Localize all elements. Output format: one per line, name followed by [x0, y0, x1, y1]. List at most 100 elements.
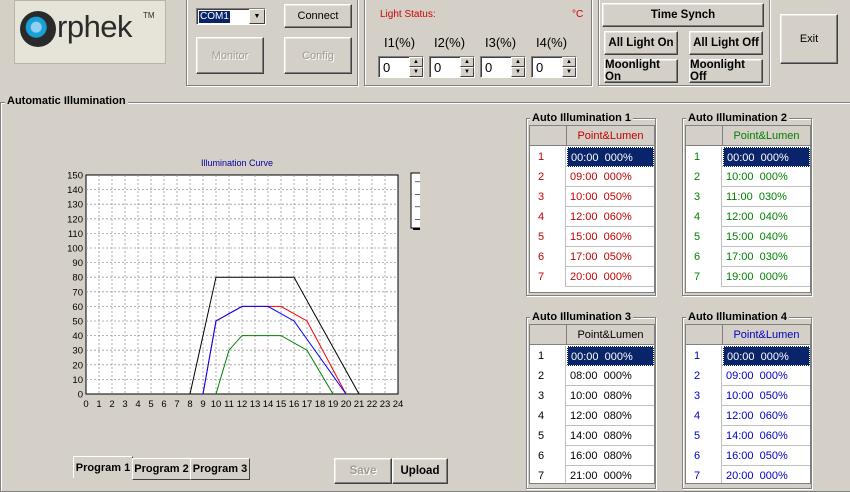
all-light-on-button[interactable]: All Light On: [604, 31, 678, 55]
point-lumen-cell[interactable]: 16:00 080%: [567, 446, 654, 466]
row-index: 3: [686, 187, 722, 207]
table-row[interactable]: 2 10:00 000%: [686, 167, 810, 187]
point-lumen-table[interactable]: Point&Lumen 1 00:00 000% 2 09:00 000% 3 10:…: [685, 324, 811, 484]
y-tick-label: 110: [68, 229, 83, 240]
point-lumen-table[interactable]: Point&Lumen 1 00:00 000% 2 08:00 000% 3 10:…: [529, 324, 655, 484]
tab-program-3[interactable]: Program 3: [190, 458, 250, 480]
point-lumen-table[interactable]: Point&Lumen 1 00:00 000% 2 10:00 000% 3 11:…: [685, 125, 811, 293]
table-row[interactable]: 1 00:00 000%: [686, 346, 810, 366]
spin-up-icon[interactable]: ▲: [409, 57, 423, 67]
point-lumen-cell[interactable]: 08:00 000%: [567, 366, 654, 386]
point-lumen-cell[interactable]: 12:00 080%: [567, 406, 654, 426]
table-row[interactable]: 4 12:00 080%: [530, 406, 654, 426]
point-lumen-cell[interactable]: 19:00 000%: [723, 267, 810, 287]
table-row[interactable]: 2 09:00 000%: [686, 366, 810, 386]
point-lumen-cell[interactable]: 09:00 000%: [567, 167, 654, 187]
point-lumen-table[interactable]: Point&Lumen 1 00:00 000% 2 09:00 000% 3 10:…: [529, 125, 655, 293]
point-lumen-cell[interactable]: 14:00 060%: [723, 426, 810, 446]
point-lumen-cell[interactable]: 00:00 000%: [723, 147, 810, 167]
point-lumen-cell[interactable]: 10:00 050%: [723, 386, 810, 406]
point-lumen-cell[interactable]: 10:00 080%: [567, 386, 654, 406]
y-tick-label: 90: [72, 258, 83, 269]
table-row[interactable]: 1 00:00 000%: [530, 147, 654, 167]
table-row[interactable]: 4 12:00 040%: [686, 207, 810, 227]
spin-down-icon[interactable]: ▼: [511, 67, 525, 77]
time-synch-button[interactable]: Time Synch: [602, 3, 764, 27]
point-lumen-cell[interactable]: 12:00 060%: [723, 406, 810, 426]
point-lumen-cell[interactable]: 15:00 040%: [723, 227, 810, 247]
legend-entry: – Illumin 4: [415, 214, 420, 225]
table-row[interactable]: 4 12:00 060%: [686, 406, 810, 426]
i2-spinner[interactable]: 0 ▲ ▼: [429, 56, 475, 78]
table-row[interactable]: 7 20:00 000%: [686, 466, 810, 483]
table-header: Point&Lumen: [686, 126, 810, 146]
all-light-off-button[interactable]: All Light Off: [689, 31, 763, 55]
table-row[interactable]: 7 20:00 000%: [530, 267, 654, 287]
point-lumen-cell[interactable]: 10:00 050%: [567, 187, 654, 207]
table-row[interactable]: 1 00:00 000%: [530, 346, 654, 366]
table-row[interactable]: 3 11:00 030%: [686, 187, 810, 207]
point-lumen-cell[interactable]: 20:00 000%: [567, 267, 654, 287]
point-lumen-cell[interactable]: 16:00 050%: [723, 446, 810, 466]
y-tick-label: 0: [78, 390, 83, 401]
row-index: 4: [686, 406, 722, 426]
point-lumen-cell[interactable]: 20:00 000%: [723, 466, 810, 483]
table-row[interactable]: 5 15:00 040%: [686, 227, 810, 247]
point-lumen-cell[interactable]: 10:00 000%: [723, 167, 810, 187]
point-lumen-cell[interactable]: 00:00 000%: [723, 346, 810, 366]
config-button[interactable]: Config: [284, 37, 352, 74]
i4-spinner[interactable]: 0 ▲ ▼: [531, 56, 577, 78]
table-row[interactable]: 2 09:00 000%: [530, 167, 654, 187]
spin-up-icon[interactable]: ▲: [511, 57, 525, 67]
table-row[interactable]: 6 17:00 030%: [686, 247, 810, 267]
spin-up-icon[interactable]: ▲: [460, 57, 474, 67]
point-lumen-cell[interactable]: 12:00 060%: [567, 207, 654, 227]
point-lumen-header: Point&Lumen: [577, 329, 644, 341]
table-row[interactable]: 3 10:00 080%: [530, 386, 654, 406]
table-row[interactable]: 5 14:00 060%: [686, 426, 810, 446]
i3-spinner[interactable]: 0 ▲ ▼: [480, 56, 526, 78]
chevron-down-icon[interactable]: ▼: [249, 9, 265, 24]
point-lumen-cell[interactable]: 00:00 000%: [567, 346, 654, 366]
point-lumen-cell[interactable]: 21:00 000%: [567, 466, 654, 483]
point-lumen-cell[interactable]: 12:00 040%: [723, 207, 810, 227]
save-button[interactable]: Save: [334, 458, 392, 484]
upload-button[interactable]: Upload: [392, 458, 448, 484]
i1-spinner[interactable]: 0 ▲ ▼: [378, 56, 424, 78]
point-lumen-cell[interactable]: 09:00 000%: [723, 366, 810, 386]
table-row[interactable]: 7 21:00 000%: [530, 466, 654, 483]
point-lumen-cell[interactable]: 11:00 030%: [723, 187, 810, 207]
point-lumen-cell[interactable]: 14:00 080%: [567, 426, 654, 446]
connect-button[interactable]: Connect: [284, 4, 352, 28]
table-row[interactable]: 4 12:00 060%: [530, 207, 654, 227]
com-port-select[interactable]: COM1 ▼: [196, 8, 266, 25]
logo-text: rphek: [57, 9, 133, 44]
spin-down-icon[interactable]: ▼: [460, 67, 474, 77]
x-tick-label: 1: [96, 399, 101, 410]
tab-program-2[interactable]: Program 2: [132, 458, 191, 480]
table-row[interactable]: 6 16:00 080%: [530, 446, 654, 466]
point-lumen-cell[interactable]: 17:00 030%: [723, 247, 810, 267]
moonlight-on-button[interactable]: Moonlight On: [604, 59, 678, 83]
table-row[interactable]: 6 16:00 050%: [686, 446, 810, 466]
i2-value: 0: [434, 60, 442, 75]
table-row[interactable]: 2 08:00 000%: [530, 366, 654, 386]
spin-down-icon[interactable]: ▼: [409, 67, 423, 77]
spin-up-icon[interactable]: ▲: [562, 57, 576, 67]
monitor-button[interactable]: Monitor: [196, 37, 264, 74]
moonlight-off-button[interactable]: Moonlight Off: [689, 59, 763, 83]
point-lumen-cell[interactable]: 00:00 000%: [567, 147, 654, 167]
table-row[interactable]: 3 10:00 050%: [686, 386, 810, 406]
spin-down-icon[interactable]: ▼: [562, 67, 576, 77]
exit-button[interactable]: Exit: [780, 14, 838, 64]
table-row[interactable]: 6 17:00 050%: [530, 247, 654, 267]
point-lumen-cell[interactable]: 17:00 050%: [567, 247, 654, 267]
table-row[interactable]: 1 00:00 000%: [686, 147, 810, 167]
table-row[interactable]: 3 10:00 050%: [530, 187, 654, 207]
tab-program-1[interactable]: Program 1: [73, 456, 133, 478]
table-row[interactable]: 5 15:00 060%: [530, 227, 654, 247]
point-lumen-cell[interactable]: 15:00 060%: [567, 227, 654, 247]
table-row[interactable]: 7 19:00 000%: [686, 267, 810, 287]
y-tick-label: 80: [72, 273, 83, 284]
table-row[interactable]: 5 14:00 080%: [530, 426, 654, 446]
